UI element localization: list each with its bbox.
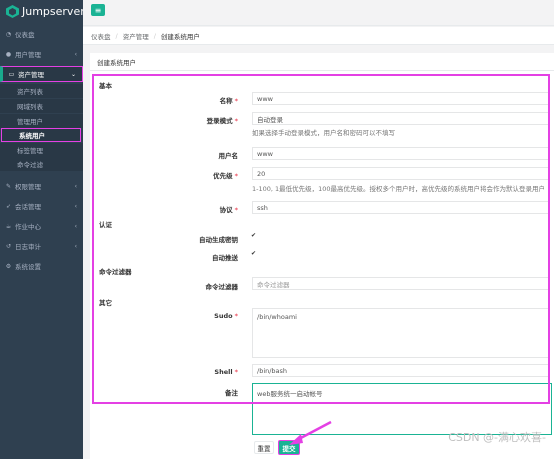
chevron-left-icon: ‹ xyxy=(74,202,77,210)
nav-assets[interactable]: ▭ 资产管理 ⌄ xyxy=(0,66,83,82)
auto-push-label: 自动推送 xyxy=(212,254,238,262)
auto-push-checkbox[interactable]: ✔ xyxy=(250,250,257,257)
nav-settings-label: 系统设置 xyxy=(15,263,41,271)
nav-dashboard-label: 仪表盘 xyxy=(15,31,35,39)
breadcrumb-dashboard[interactable]: 仪表盘 xyxy=(91,31,111,41)
app-logo[interactable]: Jumpserver xyxy=(6,3,85,19)
username-input[interactable]: www xyxy=(252,147,550,160)
priority-input[interactable]: 20 xyxy=(252,167,550,180)
nav-settings[interactable]: ⚙ 系统设置 xyxy=(0,258,83,274)
watermark-text: CSDN @-满心欢喜- xyxy=(448,431,546,444)
comment-label: 备注 xyxy=(225,389,238,397)
bars-icon: ≡ xyxy=(94,5,102,15)
jumpserver-logo-icon xyxy=(6,4,19,18)
protocol-select[interactable]: ssh xyxy=(252,201,550,214)
top-navbar: ≡ xyxy=(83,0,554,26)
nav-users[interactable]: ● 用户管理 ‹ xyxy=(0,46,83,62)
sub-admin-user[interactable]: 管理用户 xyxy=(0,114,83,128)
cmd-filter-select[interactable]: 命令过滤器 xyxy=(252,277,550,290)
annotation-arrow-icon xyxy=(289,420,332,445)
sub-system-user[interactable]: 系统用户 xyxy=(1,128,81,142)
section-cmd-filter: 命令过滤器 xyxy=(99,268,132,276)
app-name: Jumpserver xyxy=(22,4,85,18)
cmd-filter-label: 命令过滤器 xyxy=(205,283,239,291)
menu-toggle-button[interactable]: ≡ xyxy=(91,4,105,16)
chevron-left-icon: ‹ xyxy=(74,242,77,250)
breadcrumb-separator: / xyxy=(115,31,118,40)
sub-asset-list[interactable]: 资产列表 xyxy=(0,84,83,98)
login-mode-select[interactable]: 自动登录 xyxy=(252,112,550,125)
nav-dashboard[interactable]: ◔ 仪表盘 xyxy=(0,26,83,42)
breadcrumb-current: 创建系统用户 xyxy=(160,32,200,41)
breadcrumb-separator: / xyxy=(153,31,156,40)
auto-generate-key-checkbox[interactable]: ✔ xyxy=(250,232,257,239)
nav-audits-label: 日志审计 xyxy=(15,243,41,251)
sidebar: Jumpserver ◔ 仪表盘 ● 用户管理 ‹ ▭ 资产管理 ⌄ 资产列表 网域列表 … xyxy=(0,0,85,459)
inbox-icon: ▭ xyxy=(8,70,15,78)
nav-jobs-label: 作业中心 xyxy=(15,223,41,231)
nav-perms-label: 权限管理 xyxy=(15,183,41,191)
sub-system-user-label: 系统用户 xyxy=(19,132,45,140)
nav-users-label: 用户管理 xyxy=(15,51,41,59)
sudo-label: Sudo * xyxy=(214,312,238,320)
sub-admin-user-label: 管理用户 xyxy=(17,118,43,126)
nav-audits[interactable]: ↺ 日志审计 ‹ xyxy=(0,238,83,254)
sub-domain-list-label: 网域列表 xyxy=(17,103,43,111)
chevron-left-icon: ‹ xyxy=(74,222,77,230)
history-icon: ↺ xyxy=(5,242,12,250)
nav-sessions[interactable]: ➶ 会话管理 ‹ xyxy=(0,198,83,214)
priority-help: 1-100, 1最低优先级，100最高优先级。授权多个用户时，高优先级的系统用户… xyxy=(252,185,546,193)
protocol-label: 协议 * xyxy=(219,206,238,214)
users-icon: ● xyxy=(5,50,12,58)
chevron-left-icon: ‹ xyxy=(74,182,77,190)
sub-domain-list[interactable]: 网域列表 xyxy=(0,99,83,113)
name-label: 名称 * xyxy=(219,97,238,105)
username-label: 用户名 xyxy=(218,152,239,160)
chevron-left-icon: ‹ xyxy=(74,50,77,58)
priority-label: 优先级 * xyxy=(213,172,238,180)
sub-label-mgmt-label: 标签管理 xyxy=(17,147,43,155)
dashboard-icon: ◔ xyxy=(5,30,12,38)
breadcrumb-assets[interactable]: 资产管理 xyxy=(123,31,149,41)
rocket-icon: ➶ xyxy=(5,202,12,210)
chevron-down-icon: ⌄ xyxy=(70,70,76,78)
auto-generate-key-label: 自动生成密钥 xyxy=(199,236,238,244)
nav-assets-label: 资产管理 xyxy=(18,71,44,79)
name-input[interactable]: www xyxy=(252,92,550,105)
shell-input[interactable]: /bin/bash xyxy=(252,364,550,377)
gears-icon: ⚙ xyxy=(5,262,12,270)
sub-cmd-filter-label: 命令过滤 xyxy=(17,161,43,169)
coffee-icon: ☕ xyxy=(5,222,12,230)
section-other: 其它 xyxy=(99,299,112,307)
sub-cmd-filter[interactable]: 命令过滤 xyxy=(0,157,83,171)
reset-button[interactable]: 重置 xyxy=(254,441,274,454)
edit-icon: ✎ xyxy=(5,182,12,190)
sub-asset-list-label: 资产列表 xyxy=(17,88,43,96)
nav-jobs[interactable]: ☕ 作业中心 ‹ xyxy=(0,218,83,234)
section-basic: 基本 xyxy=(99,82,112,90)
section-auth: 认证 xyxy=(99,221,112,229)
shell-label: Shell * xyxy=(214,368,238,376)
sub-label-mgmt[interactable]: 标签管理 xyxy=(0,143,83,157)
breadcrumb: 仪表盘 / 资产管理 / 创建系统用户 xyxy=(83,27,554,45)
login-mode-label: 登录模式 * xyxy=(206,117,238,125)
nav-perms[interactable]: ✎ 权限管理 ‹ xyxy=(0,178,83,194)
sudo-textarea[interactable]: /bin/whoami xyxy=(252,308,550,358)
panel-title: 创建系统用户 xyxy=(90,53,554,71)
nav-sessions-label: 会话管理 xyxy=(15,203,41,211)
login-mode-help: 如果选择手动登录模式，用户名和密码可以不填写 xyxy=(252,129,395,137)
